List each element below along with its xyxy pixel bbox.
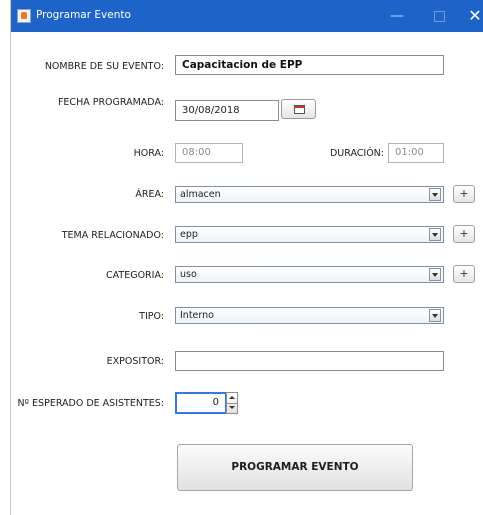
expositor-input[interactable] [175,351,444,371]
calendar-button[interactable] [281,99,316,119]
hora-input[interactable]: 08:00 [175,143,243,163]
asistentes-spinner[interactable]: 0 [175,392,239,414]
programar-evento-window: Programar Evento — ✕ NOMBRE DE SU EVENTO… [10,0,483,515]
nombre-label: NOMBRE DE SU EVENTO: [44,61,164,72]
area-label: ÁREA: [135,189,164,200]
add-categoria-button[interactable]: + [453,265,475,283]
tipo-select[interactable]: Interno [175,307,444,324]
chevron-down-icon[interactable] [429,309,441,322]
calendar-icon [294,105,305,114]
categoria-label: CATEGORIA: [106,270,164,281]
tipo-selected-value: Interno [180,310,214,321]
area-select[interactable]: almacen [175,186,444,203]
window-title: Programar Evento [36,9,131,21]
add-area-button[interactable]: + [453,185,475,203]
tema-select[interactable]: epp [175,226,444,243]
categoria-selected-value: uso [180,269,197,280]
maximize-button[interactable] [426,6,452,26]
fecha-input[interactable]: 30/08/2018 [175,100,279,121]
spinner-down-icon[interactable] [227,403,237,413]
maximize-icon [433,11,445,22]
chevron-down-icon[interactable] [429,188,441,201]
duracion-label: DURACIÓN: [329,148,384,159]
fecha-label: FECHA PROGRAMADA: [57,97,164,108]
chevron-down-icon[interactable] [429,228,441,241]
tipo-label: TIPO: [139,311,164,322]
area-selected-value: almacen [180,189,221,200]
close-button[interactable]: ✕ [462,6,483,26]
expositor-label: EXPOSITOR: [106,356,164,367]
minimize-button[interactable]: — [384,6,410,26]
asistentes-label: Nº ESPERADO DE ASISTENTES: [17,398,164,409]
tema-selected-value: epp [180,229,198,240]
title-bar[interactable]: Programar Evento — ✕ [11,0,483,32]
spinner-buttons [226,392,238,414]
categoria-select[interactable]: uso [175,266,444,283]
duracion-input[interactable]: 01:00 [388,143,444,163]
chevron-down-icon[interactable] [429,268,441,281]
programar-evento-button[interactable]: PROGRAMAR EVENTO [177,444,413,491]
java-app-icon [17,9,31,23]
asistentes-input[interactable]: 0 [175,392,227,414]
hora-label: HORA: [133,148,164,159]
tema-label: TEMA RELACIONADO: [61,230,164,241]
add-tema-button[interactable]: + [453,225,475,243]
nombre-evento-input[interactable]: Capacitacion de EPP [175,55,444,75]
